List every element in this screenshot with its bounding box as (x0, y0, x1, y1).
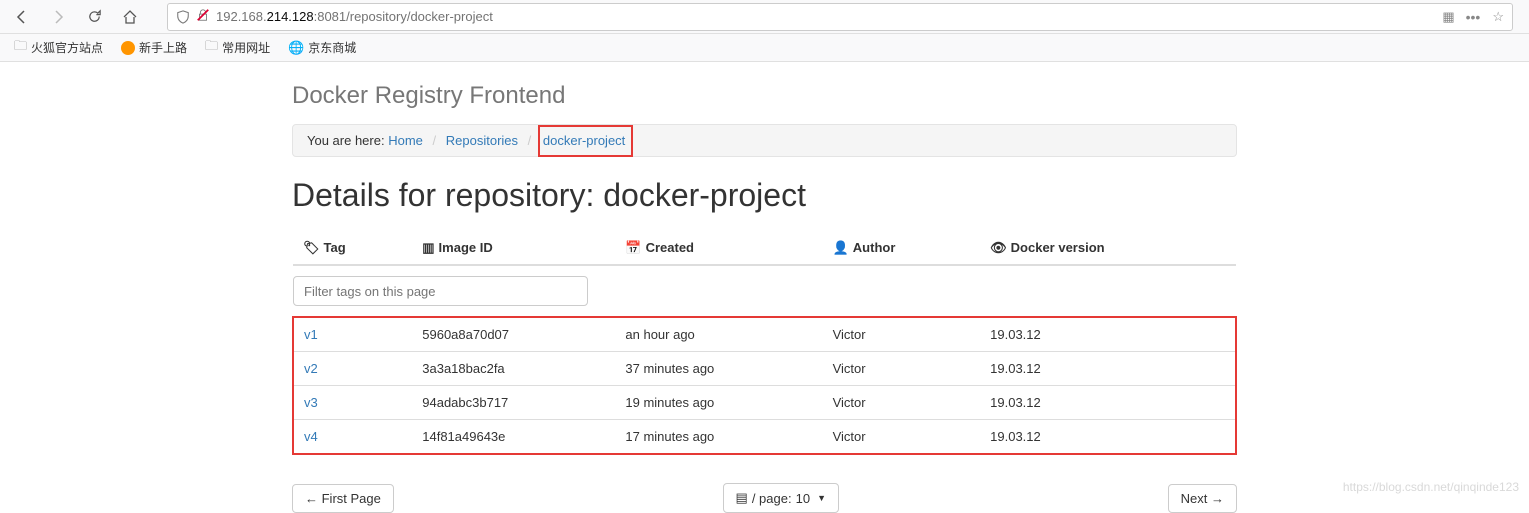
url-text: 192.168.214.128:8081/repository/docker-p… (216, 9, 1436, 24)
cell-image-id: 3a3a18bac2fa (412, 352, 615, 386)
col-image-id: ▥Image ID (412, 232, 615, 265)
shield-icon (176, 10, 190, 24)
folder-icon: 🗀 (14, 37, 27, 59)
tags-table: 🏷Tag ▥Image ID 📅Created 👤Author 👁Docker … (292, 232, 1237, 455)
breadcrumb-separator: / (427, 133, 443, 148)
cell-created: 17 minutes ago (615, 420, 822, 455)
home-button[interactable] (116, 3, 144, 31)
firefox-icon (121, 41, 135, 55)
breadcrumb-repositories[interactable]: Repositories (446, 133, 518, 148)
page-title: Details for repository: docker-project (292, 177, 1237, 214)
cell-docker-version: 19.03.12 (980, 386, 1236, 420)
user-icon: 👤 (833, 240, 849, 255)
tag-link[interactable]: v1 (293, 317, 412, 352)
cell-created: an hour ago (615, 317, 822, 352)
first-page-button[interactable]: ← First Page (292, 484, 394, 513)
cell-image-id: 14f81a49643e (412, 420, 615, 455)
col-tag: 🏷Tag (293, 232, 412, 265)
insecure-icon (196, 8, 210, 25)
next-page-button[interactable]: Next → (1168, 484, 1237, 513)
tag-icon: 🏷 (303, 240, 320, 255)
watermark: https://blog.csdn.net/qinqinde123 (1343, 480, 1519, 494)
bookmark-item[interactable]: 🌐京东商城 (282, 37, 362, 58)
bookmark-star-icon[interactable]: ☆ (1492, 9, 1504, 25)
table-row: v23a3a18bac2fa37 minutes agoVictor19.03.… (293, 352, 1236, 386)
bookmark-item[interactable]: 🗀火狐官方站点 (8, 35, 109, 61)
per-page-dropdown[interactable]: ▤ / page: 10 ▼ (723, 483, 839, 513)
breadcrumb-current: docker-project (538, 125, 633, 157)
cell-docker-version: 19.03.12 (980, 352, 1236, 386)
table-row: v15960a8a70d07an hour agoVictor19.03.12 (293, 317, 1236, 352)
cell-author: Victor (823, 420, 981, 455)
bookmark-item[interactable]: 新手上路 (115, 37, 193, 58)
eye-icon: 👁 (990, 240, 1007, 255)
tag-link[interactable]: v3 (293, 386, 412, 420)
forward-button[interactable] (44, 3, 72, 31)
tag-link[interactable]: v4 (293, 420, 412, 455)
breadcrumb-home[interactable]: Home (388, 133, 423, 148)
folder-icon: 🗀 (205, 37, 218, 59)
table-row: v394adabc3b71719 minutes agoVictor19.03.… (293, 386, 1236, 420)
qr-icon[interactable]: ▦ (1442, 9, 1453, 25)
filter-input[interactable] (293, 276, 588, 306)
calendar-icon: 📅 (625, 240, 641, 255)
col-created: 📅Created (615, 232, 822, 265)
cell-author: Victor (823, 317, 981, 352)
bookmark-item[interactable]: 🗀常用网址 (199, 35, 276, 61)
cell-created: 19 minutes ago (615, 386, 822, 420)
breadcrumb: You are here: Home / Repositories / dock… (292, 124, 1237, 157)
cell-image-id: 94adabc3b717 (412, 386, 615, 420)
cell-author: Victor (823, 352, 981, 386)
chevron-down-icon: ▼ (817, 493, 826, 503)
tag-link[interactable]: v2 (293, 352, 412, 386)
url-bar[interactable]: 192.168.214.128:8081/repository/docker-p… (167, 3, 1513, 31)
cell-docker-version: 19.03.12 (980, 420, 1236, 455)
breadcrumb-separator: / (522, 133, 538, 148)
cell-docker-version: 19.03.12 (980, 317, 1236, 352)
table-row: v414f81a49643e17 minutes agoVictor19.03.… (293, 420, 1236, 455)
cell-author: Victor (823, 386, 981, 420)
page-icon: ▤ (736, 490, 748, 506)
bookmarks-bar: 🗀火狐官方站点 新手上路 🗀常用网址 🌐京东商城 (0, 34, 1529, 62)
breadcrumb-label: You are here: (307, 133, 385, 148)
globe-icon: 🌐 (288, 40, 304, 56)
back-button[interactable] (8, 3, 36, 31)
app-title: Docker Registry Frontend (292, 82, 1237, 110)
barcode-icon: ▥ (422, 240, 434, 255)
cell-created: 37 minutes ago (615, 352, 822, 386)
reload-button[interactable] (80, 3, 108, 31)
more-icon[interactable]: ••• (1466, 9, 1481, 25)
col-author: 👤Author (823, 232, 981, 265)
cell-image-id: 5960a8a70d07 (412, 317, 615, 352)
col-docker-version: 👁Docker version (980, 232, 1236, 265)
